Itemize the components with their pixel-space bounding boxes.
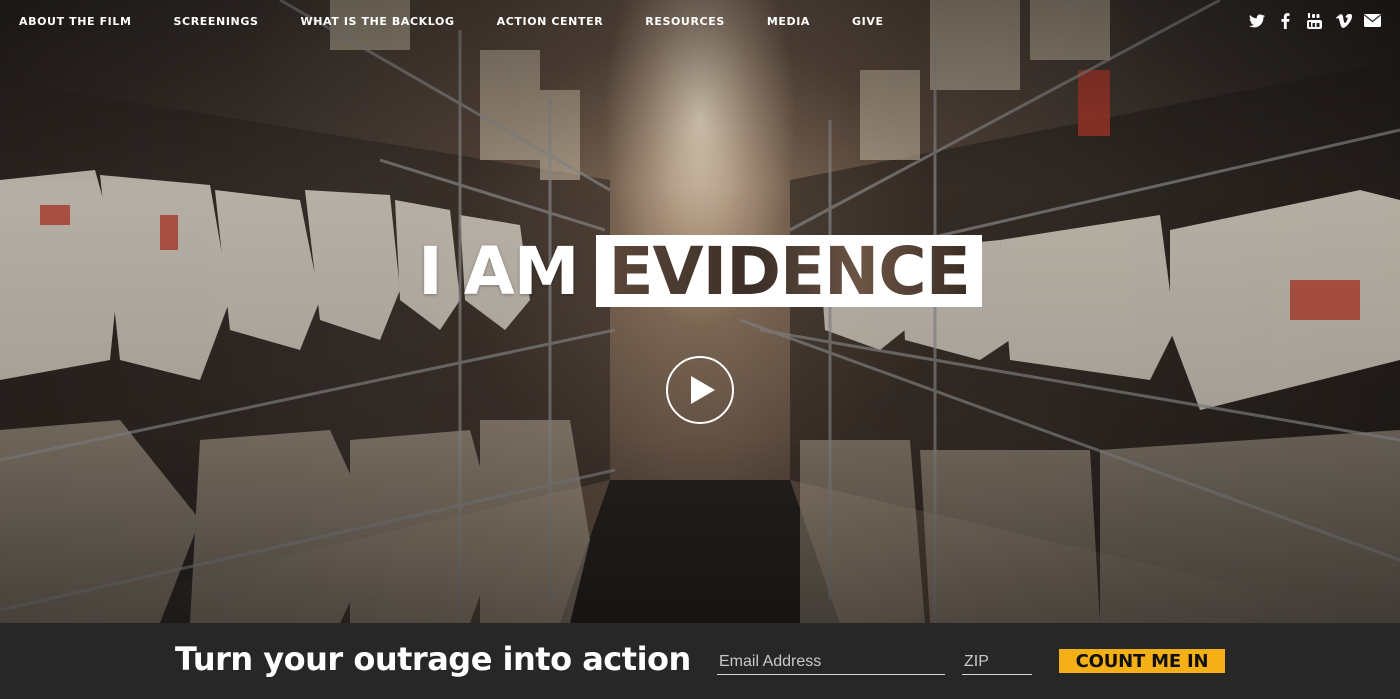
nav-action-center[interactable]: ACTION CENTER: [497, 15, 604, 28]
email-field[interactable]: [717, 649, 945, 675]
vimeo-icon[interactable]: [1334, 11, 1353, 30]
play-video-button[interactable]: [666, 356, 734, 424]
twitter-icon[interactable]: [1247, 11, 1266, 30]
nav-give[interactable]: GIVE: [852, 15, 884, 28]
zip-field[interactable]: [962, 649, 1032, 675]
count-me-in-button[interactable]: COUNT ME IN: [1059, 649, 1225, 673]
signup-headline: Turn your outrage into action: [175, 640, 691, 678]
nav-what-is-the-backlog[interactable]: WHAT IS THE BACKLOG: [300, 15, 454, 28]
hero-title-boxed-text: EVIDENCE: [608, 232, 970, 310]
email-icon[interactable]: [1363, 11, 1382, 30]
nav-media[interactable]: MEDIA: [767, 15, 810, 28]
hero-title-boxed: EVIDENCE: [596, 232, 982, 310]
nav-links: ABOUT THE FILM SCREENINGS WHAT IS THE BA…: [0, 15, 926, 28]
nav-resources[interactable]: RESOURCES: [645, 15, 725, 28]
nav-about-the-film[interactable]: ABOUT THE FILM: [19, 15, 132, 28]
youtube-icon[interactable]: [1305, 11, 1324, 30]
hero-title-text: I AM EVIDENCE: [418, 232, 982, 310]
play-icon: [690, 376, 715, 404]
social-links: [1247, 11, 1382, 30]
hero-title: I AM EVIDENCE: [0, 232, 1400, 310]
hero-background: [0, 0, 1400, 623]
facebook-icon[interactable]: [1276, 11, 1295, 30]
nav-screenings[interactable]: SCREENINGS: [174, 15, 259, 28]
hero-shade: [0, 0, 1400, 623]
top-nav: ABOUT THE FILM SCREENINGS WHAT IS THE BA…: [0, 0, 1400, 42]
hero-title-plain: I AM: [418, 232, 579, 310]
